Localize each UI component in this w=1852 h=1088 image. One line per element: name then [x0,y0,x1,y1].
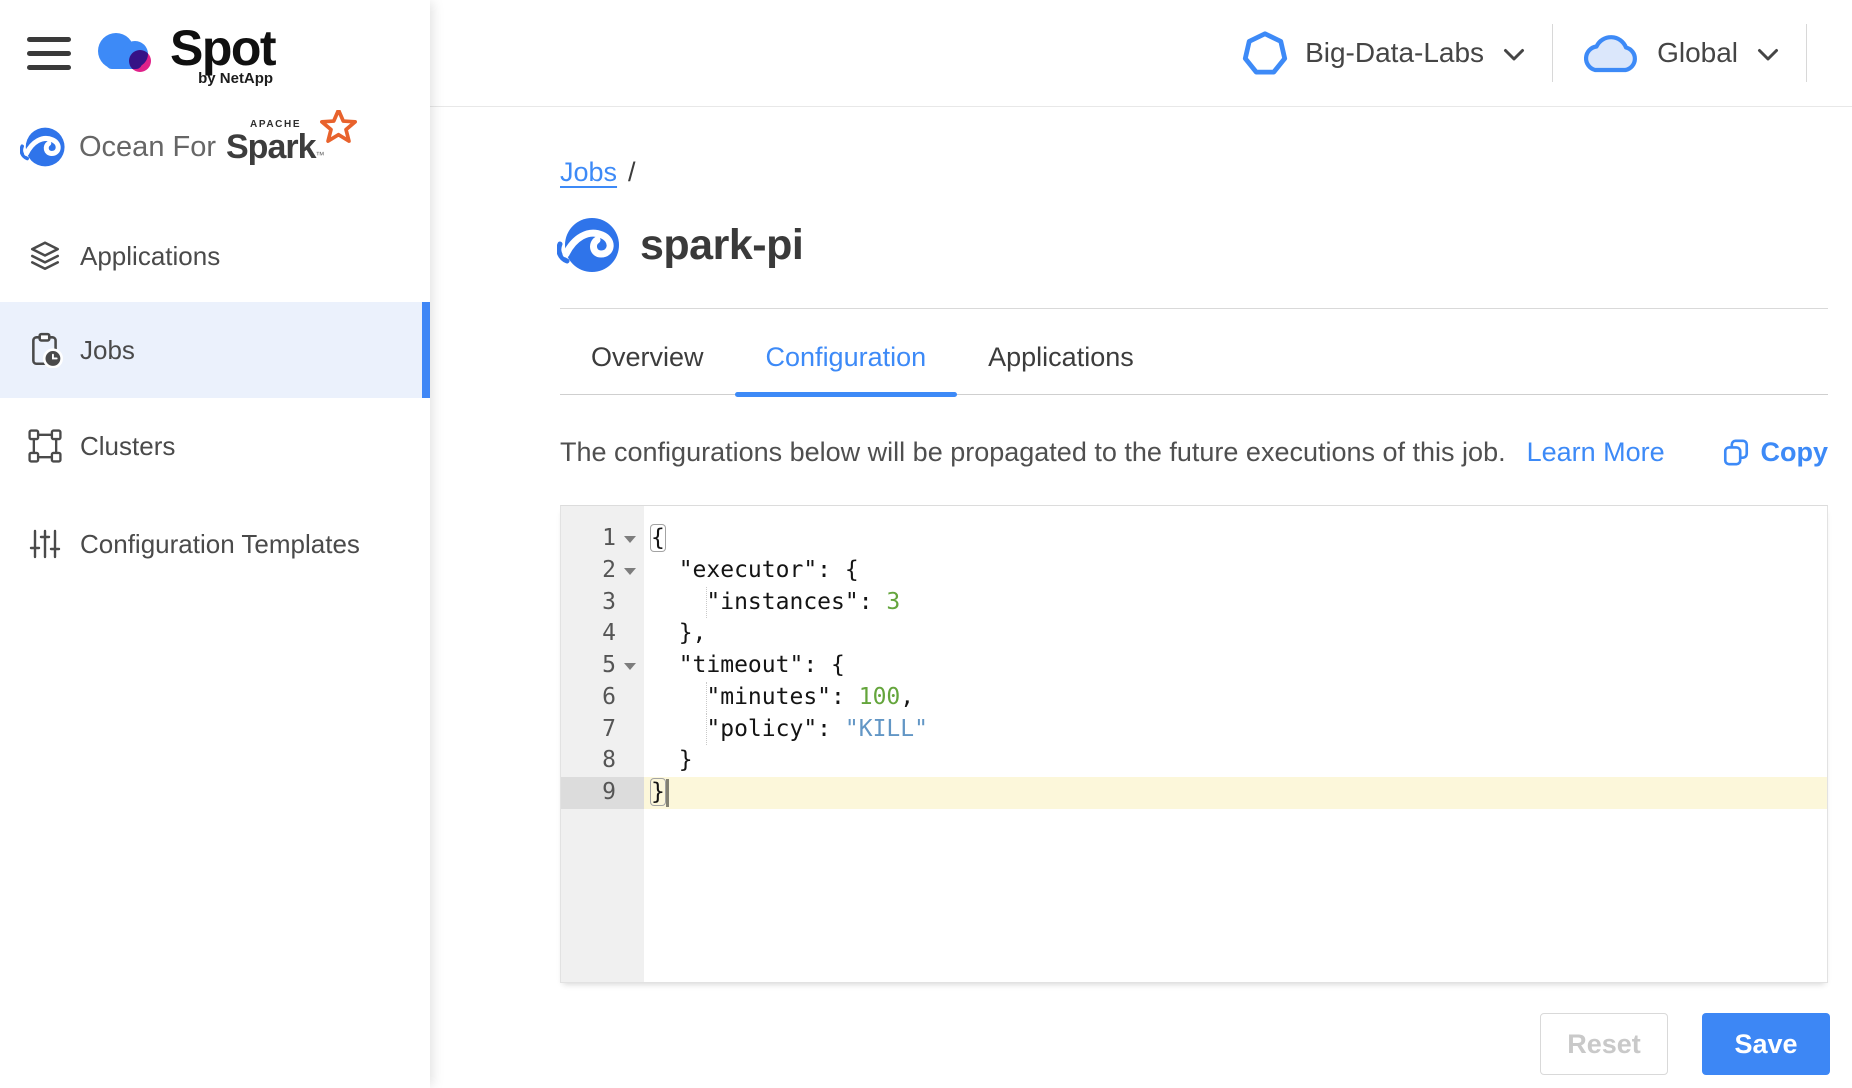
sidebar-item-label: Jobs [80,335,135,366]
sidebar-nav: Applications Jobs [0,216,430,584]
breadcrumb-separator: / [628,157,636,187]
page-title-row: spark-pi [557,213,803,277]
copy-icon [1722,438,1750,468]
org-label: Big-Data-Labs [1305,37,1484,69]
breadcrumb-jobs-link[interactable]: Jobs [560,157,617,187]
copy-button[interactable]: Copy [1722,437,1829,468]
job-wave-icon [557,213,621,277]
menu-icon[interactable] [27,37,71,70]
json-editor[interactable]: 123456789 { "executor": { "instances": 3… [560,505,1828,983]
tab-overview[interactable]: Overview [560,320,735,394]
fold-arrow-icon[interactable] [624,663,636,670]
gutter-line-6[interactable]: 6 [561,682,644,714]
tab-configuration[interactable]: Configuration [735,320,958,394]
brand-name: Spot [170,24,275,72]
trademark-symbol: ™ [316,150,325,160]
gutter-line-4[interactable]: 4 [561,618,644,650]
breadcrumb: Jobs / [560,157,636,188]
cloud-icon [1580,30,1642,76]
top-header: Big-Data-Labs Global [430,0,1852,107]
code-line-8[interactable]: } [644,745,1827,777]
header-divider [1806,24,1807,82]
code-line-9[interactable]: } [644,777,1827,809]
indent-guide [706,587,707,619]
learn-more-link[interactable]: Learn More [1527,437,1665,468]
heptagon-icon [1240,28,1290,78]
spot-logo: Spot by NetApp [94,24,275,87]
copy-label: Copy [1761,437,1829,468]
code-line-1[interactable]: { [644,523,1827,555]
page-title: spark-pi [640,221,803,270]
tab-bar: Overview Configuration Applications [560,320,1828,395]
save-button[interactable]: Save [1702,1013,1830,1075]
apache-spark-logo: APACHE Spark™ [226,130,351,164]
fold-arrow-icon[interactable] [624,536,636,543]
sidebar-item-configuration-templates[interactable]: Configuration Templates [0,504,430,584]
code-line-4[interactable]: }, [644,618,1827,650]
code-line-3[interactable]: "instances": 3 [644,587,1827,619]
app-window: Spot by NetApp Ocean For APACHE Spark™ [0,0,1852,1088]
sidebar-item-applications[interactable]: Applications [0,216,430,296]
indent-guide [706,682,707,714]
fold-arrow-icon[interactable] [624,568,636,575]
spark-wordmark: Spark [226,128,316,166]
code-line-7[interactable]: "policy": "KILL" [644,714,1827,746]
config-description: The configurations below will be propaga… [560,437,1506,468]
chevron-down-icon [1757,48,1779,62]
sidebar-item-label: Applications [80,241,220,272]
layers-icon [27,239,63,273]
main-content: Jobs / spark-pi Overview Configuration Ap… [430,107,1852,1088]
editor-code[interactable]: { "executor": { "instances": 3 }, "timeo… [644,506,1827,982]
ocean-wave-icon [20,124,66,170]
product-name: Ocean For [79,131,216,164]
indent-guide [706,714,707,746]
code-line-2[interactable]: "executor": { [644,555,1827,587]
text-cursor [666,779,669,807]
code-line-5[interactable]: "timeout": { [644,650,1827,682]
gutter-line-2[interactable]: 2 [561,555,644,587]
section-divider [560,308,1828,309]
chevron-down-icon [1503,48,1525,62]
config-description-row: The configurations below will be propaga… [560,437,1828,468]
code-line-6[interactable]: "minutes": 100, [644,682,1827,714]
org-selector[interactable]: Big-Data-Labs [1240,28,1525,78]
product-logo[interactable]: Ocean For APACHE Spark™ [20,124,351,170]
editor-gutter: 123456789 [561,506,644,982]
gutter-line-5[interactable]: 5 [561,650,644,682]
sidebar-item-jobs[interactable]: Jobs [0,302,430,398]
spark-star-icon [320,110,357,145]
sidebar: Spot by NetApp Ocean For APACHE Spark™ [0,0,430,1088]
spot-cloud-icon [94,24,160,84]
tab-applications[interactable]: Applications [957,320,1165,394]
scope-label: Global [1657,37,1738,69]
header-divider [1552,24,1553,82]
gutter-line-8[interactable]: 8 [561,745,644,777]
cluster-icon [27,429,63,463]
gutter-line-3[interactable]: 3 [561,587,644,619]
sidebar-item-clusters[interactable]: Clusters [0,406,430,486]
gutter-line-9[interactable]: 9 [561,777,644,809]
scope-selector[interactable]: Global [1580,30,1779,76]
reset-button[interactable]: Reset [1540,1013,1668,1075]
apache-label: APACHE [250,119,301,130]
sidebar-item-label: Clusters [80,431,175,462]
clipboard-clock-icon [27,332,63,368]
gutter-line-7[interactable]: 7 [561,714,644,746]
sidebar-item-label: Configuration Templates [80,529,360,560]
brand-byline: by NetApp [198,70,275,87]
gutter-line-1[interactable]: 1 [561,523,644,555]
sliders-icon [27,528,63,560]
